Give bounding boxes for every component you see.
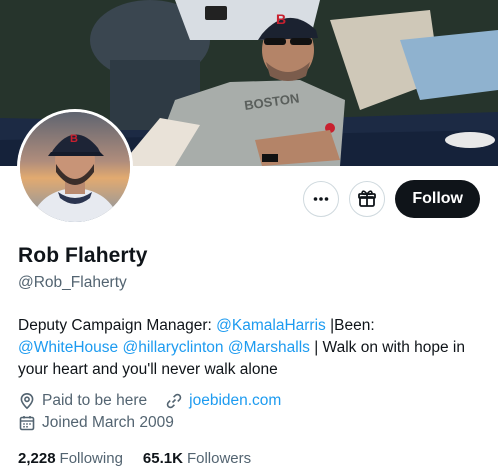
gift-icon (358, 190, 377, 207)
followers-link[interactable]: 65.1K Followers (143, 450, 251, 467)
link-icon (165, 392, 183, 410)
username: @Rob_Flaherty (18, 274, 127, 291)
avatar[interactable]: B (17, 109, 133, 225)
avatar-photo: B (20, 112, 130, 222)
ellipsis-icon (314, 197, 329, 201)
followers-label: Followers (186, 450, 252, 467)
followers-count: 65.1K (142, 450, 183, 467)
display-name: Rob Flaherty (18, 244, 148, 267)
following-link[interactable]: 2,228 Following (18, 450, 123, 467)
mention-marshalls[interactable]: @Marshalls (228, 339, 310, 356)
bio-text: |Been: (325, 317, 375, 334)
follow-button[interactable]: Follow (395, 180, 480, 218)
location-icon (18, 392, 36, 410)
calendar-icon (18, 414, 36, 432)
avatar-cap-logo: B (70, 133, 78, 145)
mention-whitehouse[interactable]: @WhiteHouse (18, 339, 118, 356)
tip-button[interactable] (349, 181, 386, 217)
bio-text: Deputy Campaign Manager: (18, 317, 217, 334)
profile-website-link[interactable]: joebiden.com (189, 392, 281, 410)
following-count: 2,228 (18, 450, 56, 467)
following-label: Following (59, 450, 123, 467)
profile-stats: 2,228 Following 65.1K Followers (18, 450, 251, 467)
mention-hillaryclinton[interactable]: @hillaryclinton (122, 339, 223, 356)
mention-kamalaharris[interactable]: @KamalaHarris (216, 317, 326, 334)
profile-bio: Deputy Campaign Manager: @KamalaHarris |… (18, 315, 488, 381)
profile-location: Paid to be here (42, 392, 148, 409)
profile-joined-date: Joined March 2009 (42, 414, 174, 431)
banner-cap-logo: B (276, 11, 286, 27)
more-button[interactable] (303, 181, 340, 217)
profile-meta-row: Paid to be here joebiden.com (18, 392, 281, 410)
profile-actions: Follow (303, 180, 480, 218)
profile-joined-row: Joined March 2009 (18, 414, 174, 432)
